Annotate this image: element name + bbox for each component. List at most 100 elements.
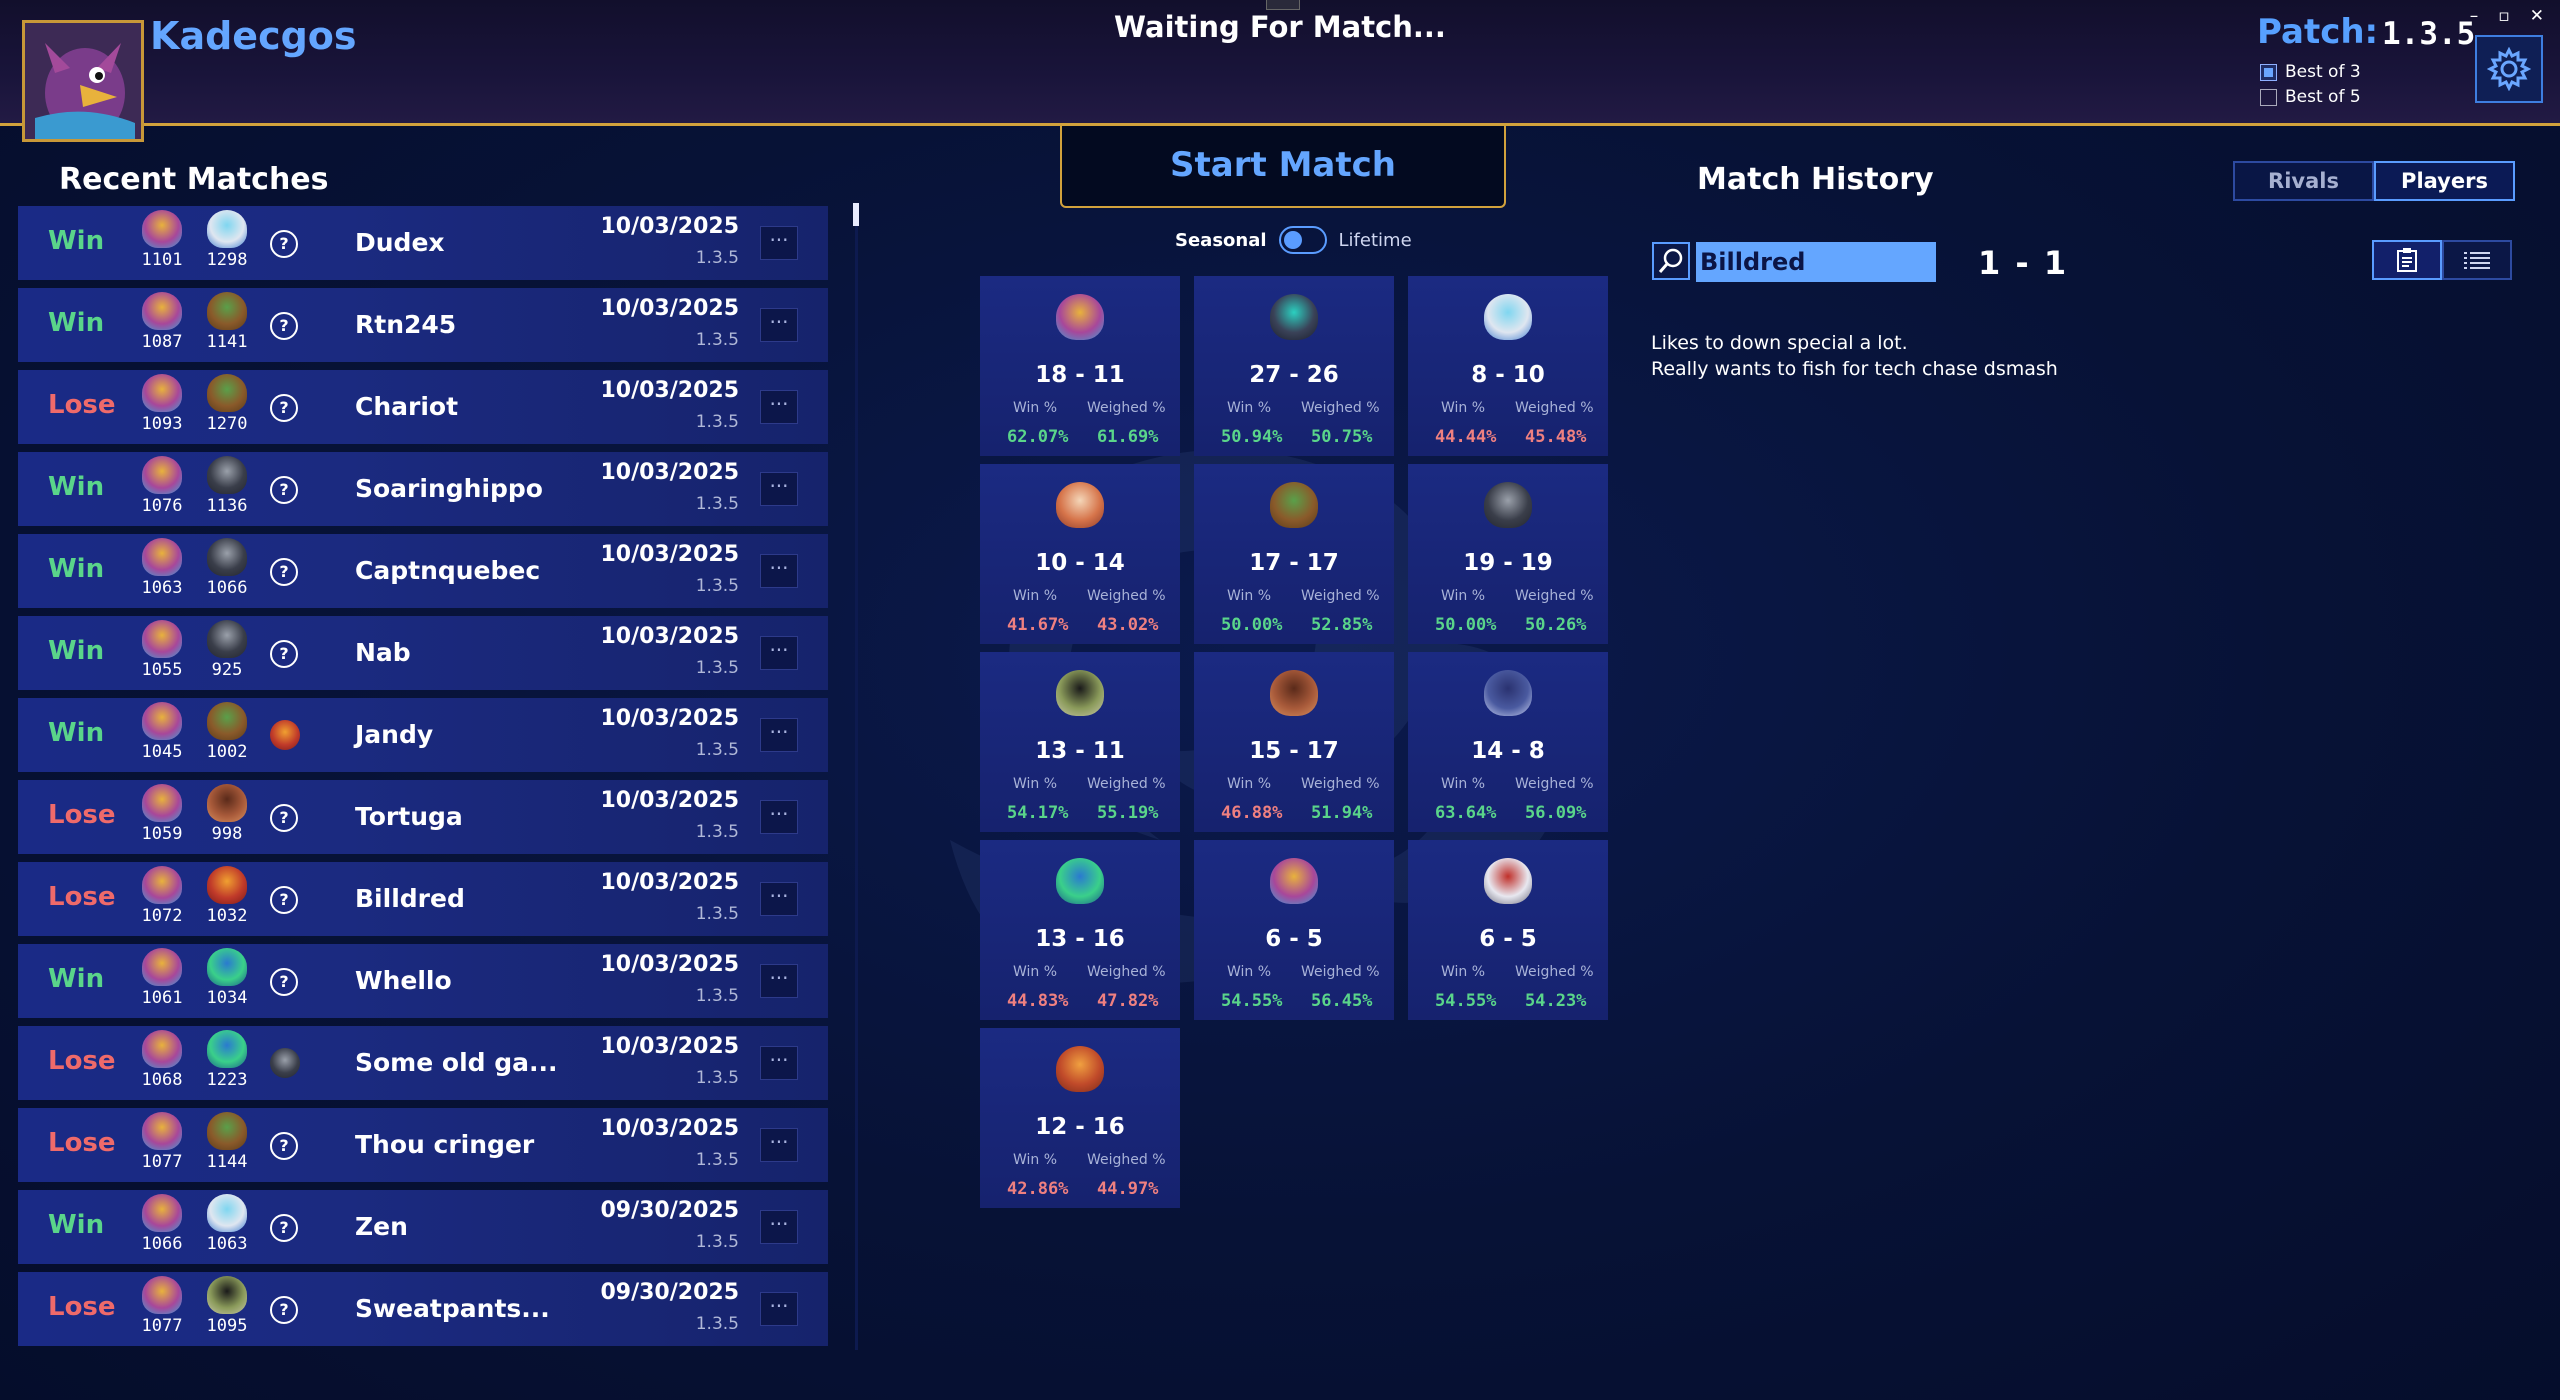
toggle-knob [1283, 231, 1302, 249]
character-card[interactable]: 14 - 8 Win % Weighed % 63.64% 56.09% [1408, 652, 1608, 832]
toggle-switch[interactable] [1278, 226, 1327, 254]
match-row[interactable]: Win 1101 1298 ? Dudex 10/03/2025 1.3.5 ·… [18, 206, 828, 280]
character-card[interactable]: 15 - 17 Win % Weighed % 46.88% 51.94% [1194, 652, 1394, 832]
character-card[interactable]: 6 - 5 Win % Weighed % 54.55% 54.23% [1408, 840, 1608, 1020]
polar-bear-icon [207, 1194, 247, 1232]
more-options-button[interactable]: ··· [760, 472, 798, 506]
win-percent-label: Win % [1227, 400, 1272, 416]
more-options-button[interactable]: ··· [760, 882, 798, 916]
ram-icon [207, 620, 247, 658]
opponent-character: 1223 [205, 1030, 249, 1090]
match-row[interactable]: Win 1061 1034 ? Whello 10/03/2025 1.3.5 … [18, 944, 828, 1018]
match-row[interactable]: Win 1066 1063 ? Zen 09/30/2025 1.3.5 ··· [18, 1190, 828, 1264]
more-options-button[interactable]: ··· [760, 390, 798, 424]
note-line: Likes to down special a lot. [1651, 332, 1908, 354]
player-notes[interactable]: Likes to down special a lot. Really want… [1651, 330, 2058, 382]
settings-button[interactable] [2475, 35, 2543, 103]
more-options-button[interactable]: ··· [760, 1292, 798, 1326]
checkbox-unchecked-icon[interactable] [2260, 88, 2277, 106]
fox-icon [1056, 482, 1104, 528]
more-options-button[interactable]: ··· [760, 636, 798, 670]
opponent-character: 1136 [205, 456, 249, 516]
seasonal-lifetime-toggle[interactable]: Seasonal Lifetime [1175, 226, 1412, 254]
match-row[interactable]: Lose 1077 1144 ? Thou cringer 10/03/2025… [18, 1108, 828, 1182]
more-options-button[interactable]: ··· [760, 964, 798, 998]
best-of-3-checkbox[interactable]: Best of 3 [2260, 62, 2361, 82]
search-button[interactable] [1652, 242, 1690, 280]
list-view-button[interactable] [2442, 240, 2512, 280]
character-record: 6 - 5 [1265, 926, 1323, 952]
win-percent-label: Win % [1013, 776, 1058, 792]
character-card[interactable]: 13 - 16 Win % Weighed % 44.83% 47.82% [980, 840, 1180, 1020]
fire-bird-icon [207, 866, 247, 904]
best-of-3-label: Best of 3 [2285, 62, 2361, 82]
close-icon[interactable]: ✕ [2530, 6, 2544, 26]
more-options-button[interactable]: ··· [760, 1210, 798, 1244]
tab-players[interactable]: Players [2374, 161, 2515, 201]
match-row[interactable]: Win 1045 1002 Jandy 10/03/2025 1.3.5 ··· [18, 698, 828, 772]
player-elo: 1087 [141, 332, 183, 352]
match-patch: 1.3.5 [695, 904, 739, 924]
win-percent-label: Win % [1013, 1152, 1058, 1168]
match-result: Lose [48, 882, 116, 912]
character-card[interactable]: 19 - 19 Win % Weighed % 50.00% 50.26% [1408, 464, 1608, 644]
weighed-percent-value: 50.26% [1525, 615, 1587, 635]
more-options-button[interactable]: ··· [760, 718, 798, 752]
window-grip[interactable] [1266, 0, 1300, 10]
match-row[interactable]: Win 1076 1136 ? Soaringhippo 10/03/2025 … [18, 452, 828, 526]
character-card[interactable]: 6 - 5 Win % Weighed % 54.55% 56.45% [1194, 840, 1394, 1020]
restore-icon[interactable]: ▫ [2498, 6, 2510, 26]
checkbox-checked-icon[interactable] [2260, 63, 2277, 81]
player-elo: 1101 [141, 250, 183, 270]
more-options-button[interactable]: ··· [760, 554, 798, 588]
character-card[interactable]: 18 - 11 Win % Weighed % 62.07% 61.69% [980, 276, 1180, 456]
opponent-elo: 1063 [206, 1234, 248, 1254]
weighed-percent-value: 44.97% [1097, 1179, 1159, 1199]
more-options-button[interactable]: ··· [760, 308, 798, 342]
character-card[interactable]: 17 - 17 Win % Weighed % 50.00% 52.85% [1194, 464, 1394, 644]
match-row[interactable]: Lose 1068 1223 Some old ga... 10/03/2025… [18, 1026, 828, 1100]
opponent-character: 1141 [205, 292, 249, 352]
more-options-button[interactable]: ··· [760, 1046, 798, 1080]
weighed-percent-value: 56.45% [1311, 991, 1373, 1011]
match-row[interactable]: Lose 1072 1032 ? Billdred 10/03/2025 1.3… [18, 862, 828, 936]
character-card[interactable]: 27 - 26 Win % Weighed % 50.94% 50.75% [1194, 276, 1394, 456]
match-patch: 1.3.5 [695, 330, 739, 350]
owl-icon [142, 784, 182, 822]
win-percent-label: Win % [1227, 964, 1272, 980]
opponent-elo: 1223 [206, 1070, 248, 1090]
match-row[interactable]: Lose 1059 998 ? Tortuga 10/03/2025 1.3.5… [18, 780, 828, 854]
player-search-input[interactable] [1696, 242, 1936, 282]
match-row[interactable]: Lose 1077 1095 ? Sweatpants... 09/30/202… [18, 1272, 828, 1346]
opponent-name: Chariot [355, 392, 459, 421]
character-record: 12 - 16 [1035, 1114, 1125, 1140]
bear-icon [207, 784, 247, 822]
match-result: Win [48, 1210, 105, 1240]
match-date: 10/03/2025 [600, 952, 739, 977]
start-match-button[interactable]: Start Match [1060, 126, 1506, 208]
more-options-button[interactable]: ··· [760, 226, 798, 260]
character-card[interactable]: 10 - 14 Win % Weighed % 41.67% 43.02% [980, 464, 1180, 644]
notes-view-button[interactable] [2372, 240, 2442, 280]
match-row[interactable]: Win 1063 1066 ? Captnquebec 10/03/2025 1… [18, 534, 828, 608]
minimize-icon[interactable]: – [2470, 6, 2479, 26]
avatar[interactable] [22, 20, 144, 142]
match-row[interactable]: Lose 1093 1270 ? Chariot 10/03/2025 1.3.… [18, 370, 828, 444]
match-row[interactable]: Win 1055 925 ? Nab 10/03/2025 1.3.5 ··· [18, 616, 828, 690]
tab-rivals[interactable]: Rivals [2233, 161, 2374, 201]
scrollbar-thumb[interactable] [853, 203, 859, 226]
match-date: 09/30/2025 [600, 1198, 739, 1223]
opponent-elo: 998 [211, 824, 243, 844]
opponent-character: 1032 [205, 866, 249, 926]
more-options-button[interactable]: ··· [760, 800, 798, 834]
best-of-5-checkbox[interactable]: Best of 5 [2260, 87, 2361, 107]
more-options-button[interactable]: ··· [760, 1128, 798, 1162]
opponent-character: 1066 [205, 538, 249, 598]
opponent-elo: 1032 [206, 906, 248, 926]
character-record: 19 - 19 [1463, 550, 1553, 576]
weighed-percent-value: 43.02% [1097, 615, 1159, 635]
match-row[interactable]: Win 1087 1141 ? Rtn245 10/03/2025 1.3.5 … [18, 288, 828, 362]
character-card[interactable]: 13 - 11 Win % Weighed % 54.17% 55.19% [980, 652, 1180, 832]
character-card[interactable]: 12 - 16 Win % Weighed % 42.86% 44.97% [980, 1028, 1180, 1208]
character-card[interactable]: 8 - 10 Win % Weighed % 44.44% 45.48% [1408, 276, 1608, 456]
